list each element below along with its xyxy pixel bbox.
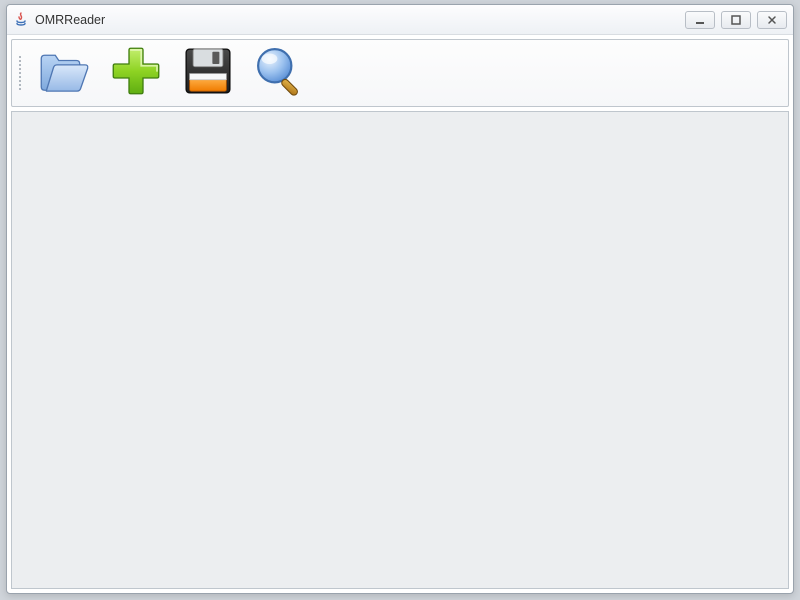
close-button[interactable] (757, 11, 787, 29)
minimize-button[interactable] (685, 11, 715, 29)
main-toolbar (11, 39, 789, 107)
window-title: OMRReader (35, 13, 685, 27)
open-button[interactable] (30, 42, 98, 104)
toolbar-container (7, 35, 793, 111)
content-container (7, 111, 793, 593)
save-button[interactable] (174, 42, 242, 104)
title-bar[interactable]: OMRReader (7, 5, 793, 35)
java-app-icon (13, 12, 29, 28)
save-icon (180, 43, 236, 104)
search-icon (252, 43, 308, 104)
add-button[interactable] (102, 42, 170, 104)
maximize-button[interactable] (721, 11, 751, 29)
folder-open-icon (36, 43, 92, 104)
add-icon (108, 43, 164, 104)
toolbar-grip[interactable] (18, 43, 24, 103)
content-area[interactable] (11, 111, 789, 589)
search-button[interactable] (246, 42, 314, 104)
window-controls (685, 11, 787, 29)
application-window: OMRReader (6, 4, 794, 594)
